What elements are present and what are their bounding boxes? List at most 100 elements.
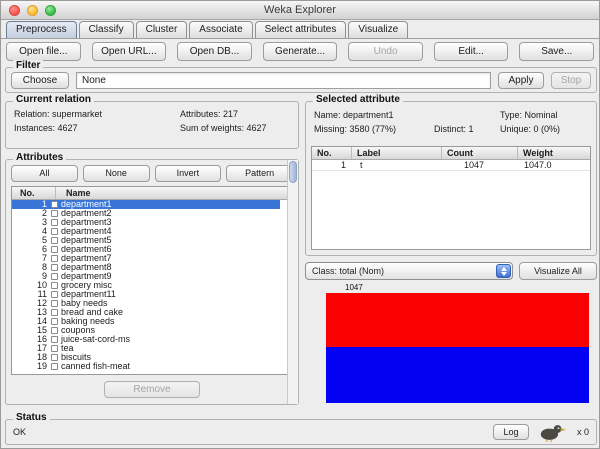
- none-button[interactable]: None: [82, 165, 150, 182]
- tab-classify[interactable]: Classify: [78, 21, 134, 38]
- attributes-panel-title: Attributes: [13, 152, 67, 163]
- weka-explorer-window: Weka Explorer Preprocess Classify Cluster A…: [0, 0, 600, 449]
- selected-attribute-title: Selected attribute: [313, 94, 403, 105]
- attribute-checkbox[interactable]: [51, 354, 58, 361]
- attribute-row[interactable]: 10 grocery misc: [12, 281, 280, 290]
- filter-panel: Filter Choose None Apply Stop: [5, 60, 597, 93]
- attribute-unique-stat: Unique: 0 (0%): [500, 124, 561, 134]
- histogram-segment-red: [326, 293, 589, 347]
- attribute-checkbox[interactable]: [51, 327, 58, 334]
- attribute-row[interactable]: 1 department1: [12, 200, 280, 209]
- tab-select-attributes[interactable]: Select attributes: [254, 21, 347, 38]
- attribute-checkbox[interactable]: [51, 210, 58, 217]
- relation-name: Relation: supermarket: [14, 109, 103, 119]
- attribute-row[interactable]: 12 baby needs: [12, 299, 280, 308]
- attribute-row[interactable]: 3 department3: [12, 218, 280, 227]
- attributes-count: Attributes: 217: [180, 109, 239, 119]
- class-dropdown-value: Class: total (Nom): [312, 266, 385, 276]
- histogram-segment-blue: [326, 346, 589, 403]
- attribute-checkbox[interactable]: [51, 255, 58, 262]
- attribute-row[interactable]: 16 juice-sat-cord-ms: [12, 335, 280, 344]
- weka-bird-icon: [537, 423, 567, 442]
- value-weight: 1047.0: [524, 160, 552, 170]
- attribute-row[interactable]: 2 department2: [12, 209, 280, 218]
- attribute-row[interactable]: 13 bread and cake: [12, 308, 280, 317]
- undo-button: Undo: [348, 42, 423, 61]
- toolbar: Open file... Open URL... Open DB... Gene…: [6, 42, 595, 61]
- value-table: No. Label Count Weight 1 t 1047 1047.0: [311, 146, 591, 250]
- open-file-button[interactable]: Open file...: [6, 42, 81, 61]
- log-button[interactable]: Log: [492, 424, 529, 440]
- selected-attribute-panel: Selected attribute Name: department1 Typ…: [305, 94, 597, 256]
- attribute-missing-stat: Missing: 3580 (77%): [314, 124, 397, 134]
- attribute-checkbox[interactable]: [51, 273, 58, 280]
- column-header-weight: Weight: [523, 148, 553, 158]
- tab-preprocess[interactable]: Preprocess: [6, 21, 77, 38]
- all-button[interactable]: All: [11, 165, 78, 182]
- save-button[interactable]: Save...: [519, 42, 595, 61]
- attribute-row[interactable]: 11 department11: [12, 290, 280, 299]
- attribute-distinct-stat: Distinct: 1: [434, 124, 474, 134]
- value-count: 1047: [464, 160, 485, 170]
- attribute-row[interactable]: 5 department5: [12, 236, 280, 245]
- attribute-row[interactable]: 17 tea: [12, 344, 280, 353]
- attribute-checkbox[interactable]: [51, 363, 58, 370]
- attribute-checkbox[interactable]: [51, 309, 58, 316]
- filter-apply-button[interactable]: Apply: [498, 71, 544, 89]
- attribute-select-buttons: All None Invert Pattern: [11, 165, 293, 182]
- attribute-checkbox[interactable]: [51, 300, 58, 307]
- attribute-checkbox[interactable]: [51, 228, 58, 235]
- attribute-row[interactable]: 14 baking needs: [12, 317, 280, 326]
- attribute-checkbox[interactable]: [51, 282, 58, 289]
- status-panel: Status OK Log x 0: [5, 412, 597, 445]
- dropdown-arrows-icon[interactable]: [496, 264, 511, 278]
- attribute-checkbox[interactable]: [51, 345, 58, 352]
- attribute-checkbox[interactable]: [51, 246, 58, 253]
- attribute-checkbox[interactable]: [51, 201, 58, 208]
- invert-button[interactable]: Invert: [154, 165, 222, 182]
- attribute-checkbox[interactable]: [51, 219, 58, 226]
- attributes-panel: Attributes All None Invert Pattern No. N…: [5, 152, 299, 405]
- filter-choose-button[interactable]: Choose: [11, 71, 69, 89]
- attribute-checkbox[interactable]: [51, 237, 58, 244]
- attribute-row[interactable]: 7 department7: [12, 254, 280, 263]
- attribute-row[interactable]: 9 department9: [12, 272, 280, 281]
- attribute-row[interactable]: 18 biscuits: [12, 353, 280, 362]
- attribute-row[interactable]: 6 department6: [12, 245, 280, 254]
- visualize-all-button[interactable]: Visualize All: [519, 262, 597, 280]
- filter-panel-title: Filter: [13, 60, 44, 71]
- attribute-row[interactable]: 19 canned fish-meat: [12, 362, 280, 371]
- selected-attribute-stats: Name: department1 Type: Nominal Missing:…: [306, 102, 596, 134]
- attribute-checkbox[interactable]: [51, 264, 58, 271]
- window-title: Weka Explorer: [264, 4, 336, 16]
- current-relation-panel: Current relation Relation: supermarket A…: [5, 94, 299, 149]
- column-header-no: No.: [12, 187, 56, 199]
- attribute-row[interactable]: 8 department8: [12, 263, 280, 272]
- open-url-button[interactable]: Open URL...: [91, 42, 167, 61]
- attribute-row[interactable]: 15 coupons: [12, 326, 280, 335]
- tab-visualize[interactable]: Visualize: [348, 21, 409, 38]
- generate-button[interactable]: Generate...: [262, 42, 338, 61]
- tab-cluster[interactable]: Cluster: [135, 21, 188, 38]
- attribute-checkbox[interactable]: [51, 291, 58, 298]
- histogram-bars: [326, 293, 589, 403]
- attribute-number: 19: [36, 361, 47, 371]
- tab-bar: Preprocess Classify Cluster Associate Select…: [1, 20, 599, 39]
- attributes-table: No. Name 1 department1 2 department2 3 depart…: [11, 160, 298, 404]
- status-message: OK: [13, 427, 27, 437]
- instances-count: Instances: 4627: [14, 123, 78, 133]
- attributes-table-header: No. Name: [12, 187, 292, 200]
- tab-associate[interactable]: Associate: [189, 21, 253, 38]
- attributes-scrollbar[interactable]: [287, 160, 298, 404]
- attribute-checkbox[interactable]: [51, 318, 58, 325]
- edit-button[interactable]: Edit...: [433, 42, 509, 61]
- filter-value-field[interactable]: None: [76, 71, 491, 89]
- attribute-name: canned fish-meat: [61, 361, 131, 371]
- attribute-checkbox[interactable]: [51, 336, 58, 343]
- open-db-button[interactable]: Open DB...: [177, 42, 252, 61]
- class-dropdown[interactable]: Class: total (Nom): [305, 262, 513, 280]
- value-row[interactable]: 1 t 1047 1047.0: [312, 160, 590, 171]
- pattern-button[interactable]: Pattern: [226, 165, 293, 182]
- current-relation-title: Current relation: [13, 94, 95, 105]
- attribute-row[interactable]: 4 department4: [12, 227, 280, 236]
